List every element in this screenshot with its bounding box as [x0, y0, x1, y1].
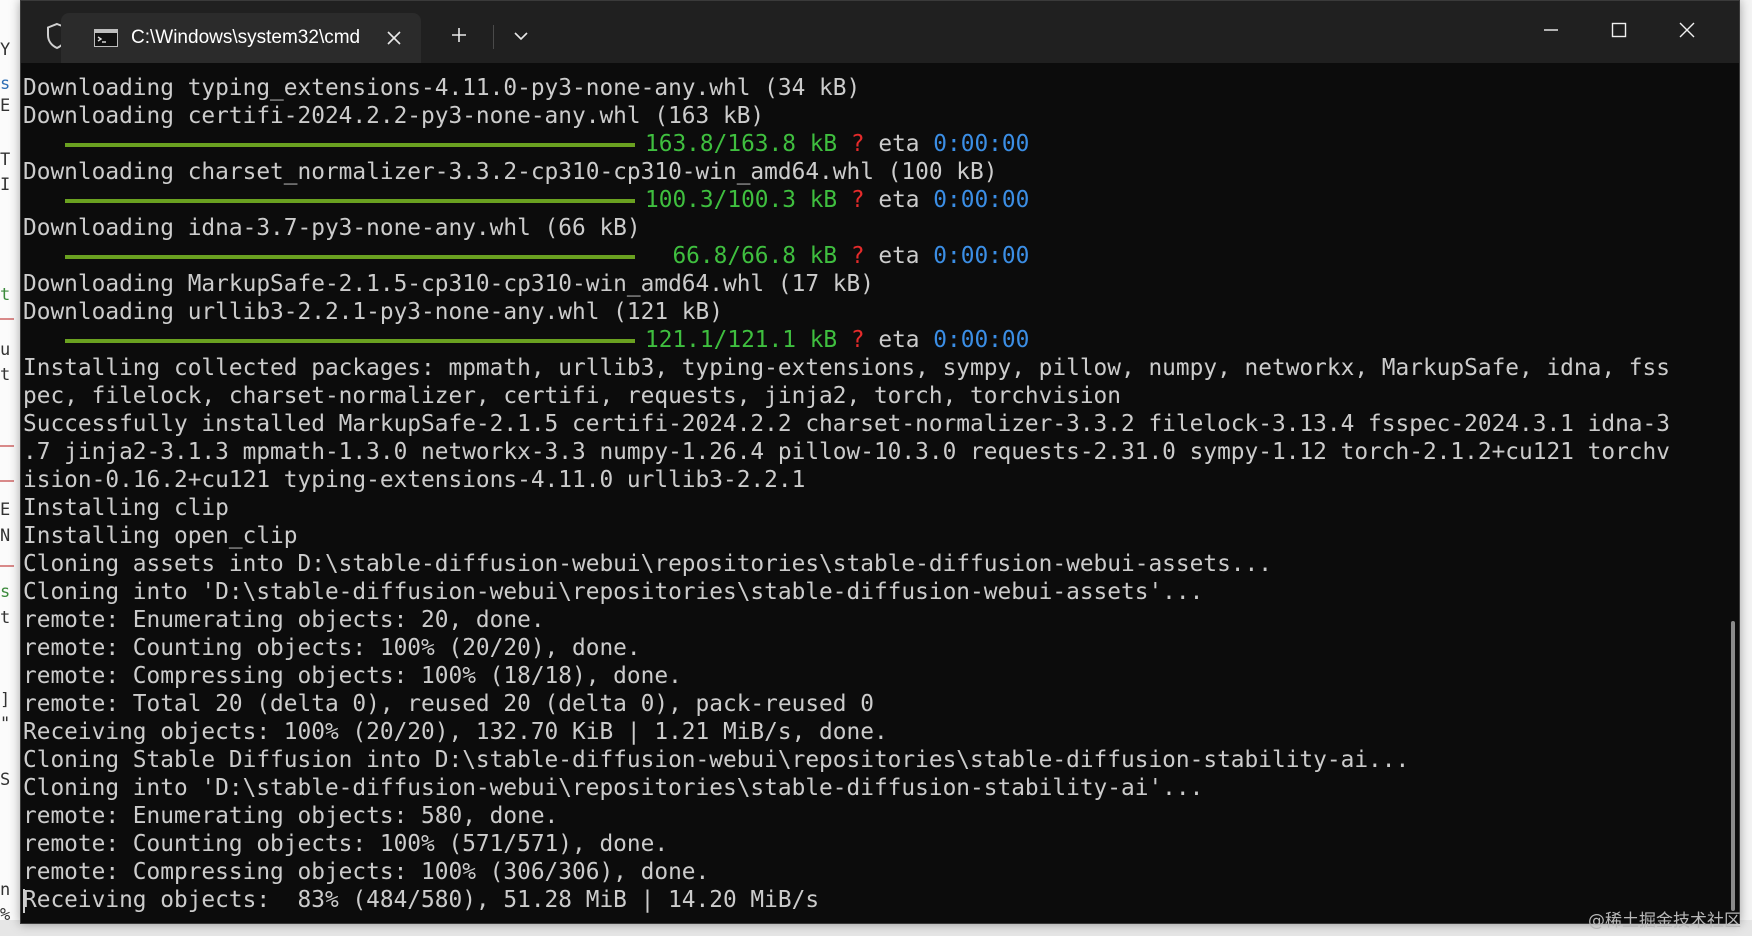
console-line: pec, filelock, charset-normalizer, certi… [23, 383, 1121, 409]
bg-glyph: T [0, 150, 11, 170]
console-line: Cloning Stable Diffusion into D:\stable-… [23, 747, 1410, 773]
progress-eta-label: eta [878, 243, 920, 269]
console-line: remote: Counting objects: 100% (571/571)… [23, 831, 669, 857]
console-line: remote: Compressing objects: 100% (306/3… [23, 859, 710, 885]
console-line: .7 jinja2-3.1.3 mpmath-1.3.0 networkx-3.… [23, 439, 1670, 465]
progress-amount: 121.1/121.1 kB [645, 327, 838, 353]
bg-glyph: E [0, 96, 11, 116]
progress-row: 66.8/66.8 kB ? eta 0:00:00 [23, 243, 1029, 269]
console-line: Cloning assets into D:\stable-diffusion-… [23, 551, 1272, 577]
progress-eta-label: eta [878, 131, 920, 157]
console-line: Downloading urllib3-2.2.1-py3-none-any.w… [23, 299, 723, 325]
title-bar[interactable]: C:\Windows\system32\cmd.e: [21, 1, 1739, 63]
console-line: remote: Total 20 (delta 0), reused 20 (d… [23, 691, 874, 717]
bg-rule [0, 565, 14, 567]
minimize-button[interactable] [1517, 1, 1585, 63]
progress-amount: 163.8/163.8 kB [645, 131, 838, 157]
console-line: ision-0.16.2+cu121 typing-extensions-4.1… [23, 467, 806, 493]
bg-glyph: ] [0, 690, 11, 710]
console-line: Installing open_clip [23, 523, 298, 549]
tab-title: C:\Windows\system32\cmd.e: [131, 27, 361, 48]
tab-separator [493, 25, 494, 49]
bg-rule [0, 445, 14, 447]
console-line: remote: Counting objects: 100% (20/20), … [23, 635, 641, 661]
plus-icon [451, 27, 467, 48]
console-line: Receiving objects: 83% (484/580), 51.28 … [23, 887, 820, 913]
background-window-edge: Y s E T I t u t E N s t ] " S n % [0, 0, 21, 936]
background-window-right-edge [1740, 0, 1752, 936]
progress-eta-time: 0:00:00 [933, 243, 1030, 269]
bg-rule [0, 318, 14, 320]
console-line: remote: Enumerating objects: 20, done. [23, 607, 545, 633]
progress-eta-time: 0:00:00 [933, 131, 1030, 157]
bg-glyph: u [0, 340, 11, 360]
console-line: Cloning into 'D:\stable-diffusion-webui\… [23, 579, 1204, 605]
console-line: Downloading typing_extensions-4.11.0-py3… [23, 75, 861, 101]
bg-glyph: " [0, 714, 11, 734]
bg-rule [0, 480, 14, 482]
bg-glyph: n [0, 880, 11, 900]
bg-glyph: I [0, 175, 11, 195]
progress-amount: 100.3/100.3 kB [645, 187, 838, 213]
console-line: remote: Compressing objects: 100% (18/18… [23, 663, 682, 689]
console-line: Receiving objects: 100% (20/20), 132.70 … [23, 719, 888, 745]
tab-cmd[interactable]: C:\Windows\system32\cmd.e: [61, 13, 421, 63]
scrollbar-thumb[interactable] [1731, 621, 1735, 911]
console-output[interactable]: Downloading typing_extensions-4.11.0-py3… [23, 63, 1713, 923]
progress-eta-time: 0:00:00 [933, 327, 1030, 353]
progress-row: 100.3/100.3 kB ? eta 0:00:00 [23, 187, 1029, 213]
cmd-icon [94, 29, 118, 52]
bg-glyph: N [0, 526, 11, 546]
progress-bar [65, 338, 635, 343]
console-line: remote: Enumerating objects: 580, done. [23, 803, 559, 829]
bg-glyph: t [0, 608, 11, 628]
close-icon [1679, 22, 1695, 43]
progress-bar [65, 254, 635, 259]
console-line: Installing collected packages: mpmath, u… [23, 355, 1670, 381]
console-line: Installing clip [23, 495, 229, 521]
minimize-icon [1543, 22, 1559, 43]
progress-row: 163.8/163.8 kB ? eta 0:00:00 [23, 131, 1029, 157]
progress-question: ? [850, 131, 865, 157]
progress-amount: 66.8/66.8 kB [672, 243, 838, 269]
console-line: Downloading charset_normalizer-3.3.2-cp3… [23, 159, 998, 185]
bg-glyph: t [0, 365, 11, 385]
console-line: Downloading MarkupSafe-2.1.5-cp310-cp310… [23, 271, 874, 297]
close-window-button[interactable] [1653, 1, 1721, 63]
progress-row: 121.1/121.1 kB ? eta 0:00:00 [23, 327, 1029, 353]
maximize-button[interactable] [1585, 1, 1653, 63]
console-line: Downloading idna-3.7-py3-none-any.whl (6… [23, 215, 641, 241]
new-tab-button[interactable] [439, 19, 479, 55]
terminal-window: C:\Windows\system32\cmd.e: Downloading t… [20, 0, 1740, 924]
close-icon[interactable] [381, 25, 407, 51]
maximize-icon [1611, 22, 1627, 43]
progress-eta-label: eta [878, 187, 920, 213]
bg-glyph: s [0, 74, 11, 94]
progress-question: ? [850, 187, 865, 213]
progress-bar [65, 142, 635, 147]
console-line: Successfully installed MarkupSafe-2.1.5 … [23, 411, 1670, 437]
chevron-down-icon [514, 28, 528, 46]
progress-bar [65, 198, 635, 203]
bg-glyph: t [0, 285, 11, 305]
progress-question: ? [850, 327, 865, 353]
progress-eta-time: 0:00:00 [933, 187, 1030, 213]
console-line: Cloning into 'D:\stable-diffusion-webui\… [23, 775, 1204, 801]
console-line: Downloading certifi-2024.2.2-py3-none-an… [23, 103, 765, 129]
progress-question: ? [850, 243, 865, 269]
progress-eta-label: eta [878, 327, 920, 353]
watermark: @稀土掘金技术社区 [1588, 911, 1741, 931]
bg-glyph: E [0, 500, 11, 520]
bg-glyph: s [0, 582, 11, 602]
tab-dropdown-button[interactable] [501, 19, 541, 55]
bg-glyph: Y [0, 40, 11, 60]
bg-glyph: S [0, 770, 11, 790]
